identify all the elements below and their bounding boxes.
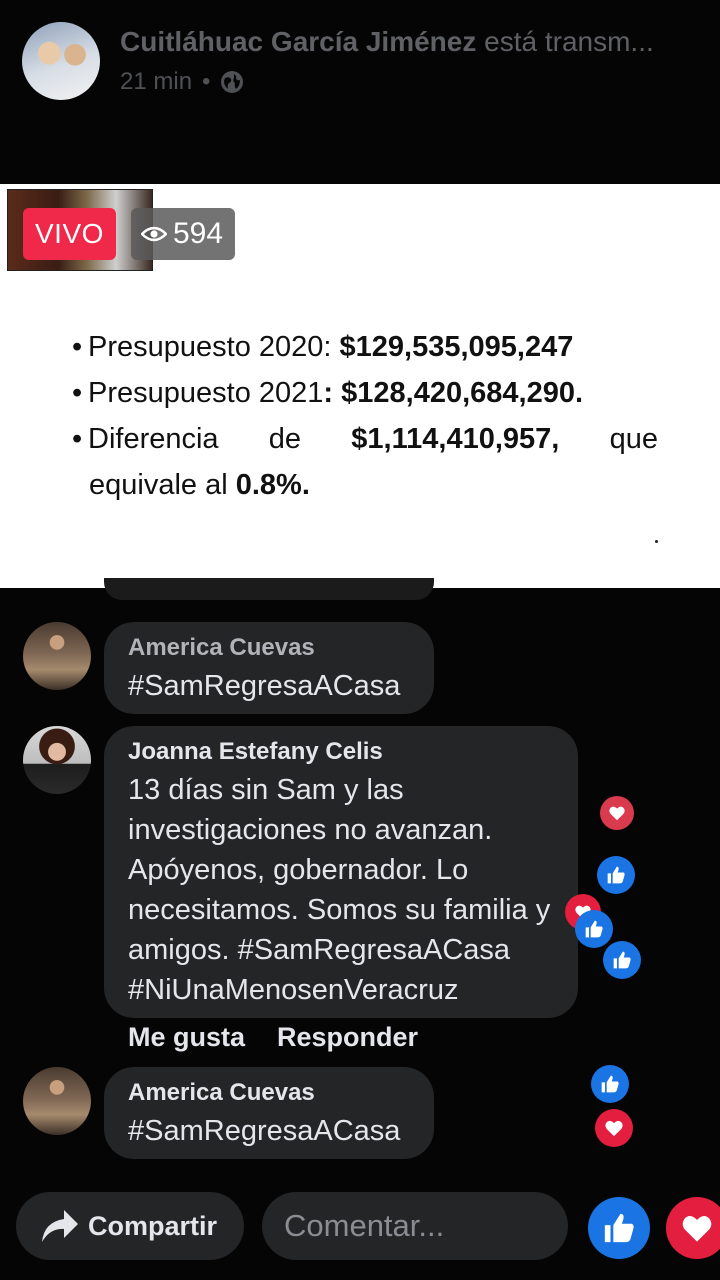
live-video[interactable]: VIVO 594 • Presupuesto 2020: $129,535,09…	[0, 184, 720, 588]
comment-input[interactable]	[262, 1192, 568, 1260]
love-reaction-button[interactable]	[666, 1197, 720, 1259]
slide-line-2: • Presupuesto 2021: $128,420,684,290.	[72, 377, 584, 409]
comment-author[interactable]: America Cuevas	[128, 1079, 410, 1107]
slide-dot	[655, 540, 658, 543]
share-arrow-icon	[42, 1210, 78, 1242]
comment-actions: Me gusta Responder	[128, 1022, 418, 1053]
slide-line-4: equivale al 0.8%.	[89, 469, 310, 501]
comment-text: #SamRegresaACasa	[128, 1115, 401, 1147]
post-header: Cuitláhuac García Jiménez está transm...…	[0, 0, 720, 184]
reply-comment-button[interactable]: Responder	[277, 1022, 418, 1053]
author-avatar[interactable]	[22, 22, 100, 100]
comment-avatar[interactable]	[23, 726, 91, 794]
floating-like-icon	[591, 1065, 629, 1103]
floating-like-icon	[597, 856, 635, 894]
share-button[interactable]: Compartir	[16, 1192, 244, 1260]
floating-like-icon	[575, 910, 613, 948]
comment-author[interactable]: Joanna Estefany Celis	[128, 738, 560, 766]
floating-love-icon	[600, 796, 634, 830]
eye-icon	[141, 226, 167, 242]
like-comment-button[interactable]: Me gusta	[128, 1022, 245, 1053]
author-action: está transm...	[476, 26, 654, 57]
author-name[interactable]: Cuitláhuac García Jiménez	[120, 26, 476, 57]
like-reaction-button[interactable]	[588, 1197, 650, 1259]
comment-bubble[interactable]: America Cuevas #SamRegresaACasa	[104, 1067, 434, 1159]
globe-icon	[221, 71, 244, 93]
bottom-bar: Compartir	[0, 1188, 720, 1280]
floating-like-icon	[603, 941, 641, 979]
post-meta: 21 min •	[120, 68, 244, 96]
post-time: 21 min	[120, 68, 193, 95]
comment-avatar[interactable]	[23, 622, 91, 690]
like-icon	[604, 1213, 634, 1243]
slide-content: • Presupuesto 2020: $129,535,095,247 • P…	[72, 324, 660, 508]
slide-line-1: • Presupuesto 2020: $129,535,095,247	[72, 331, 574, 363]
viewer-count-value: 594	[173, 217, 224, 250]
comment-author[interactable]: America Cuevas	[128, 634, 410, 662]
comment-avatar[interactable]	[23, 1067, 91, 1135]
live-badge: VIVO	[23, 208, 116, 260]
floating-love-icon	[595, 1109, 633, 1147]
viewer-count: 594	[131, 208, 236, 260]
comments-list[interactable]: America Cuevas #SamRegresaACasa Joanna E…	[0, 578, 720, 1188]
previous-comment-bubble	[104, 578, 434, 600]
comment-bubble[interactable]: Joanna Estefany Celis 13 días sin Sam y …	[104, 726, 578, 1018]
comment-bubble[interactable]: America Cuevas #SamRegresaACasa	[104, 622, 434, 714]
author-line[interactable]: Cuitláhuac García Jiménez está transm...	[120, 26, 654, 58]
meta-separator: •	[202, 68, 211, 95]
slide-line-3: • Diferencia de $1,114,410,957, que	[72, 423, 658, 455]
love-icon	[682, 1216, 712, 1242]
share-label: Compartir	[88, 1210, 218, 1241]
comment-text: #SamRegresaACasa	[128, 670, 401, 702]
comment-text: 13 días sin Sam y las investigaciones no…	[128, 774, 551, 1006]
